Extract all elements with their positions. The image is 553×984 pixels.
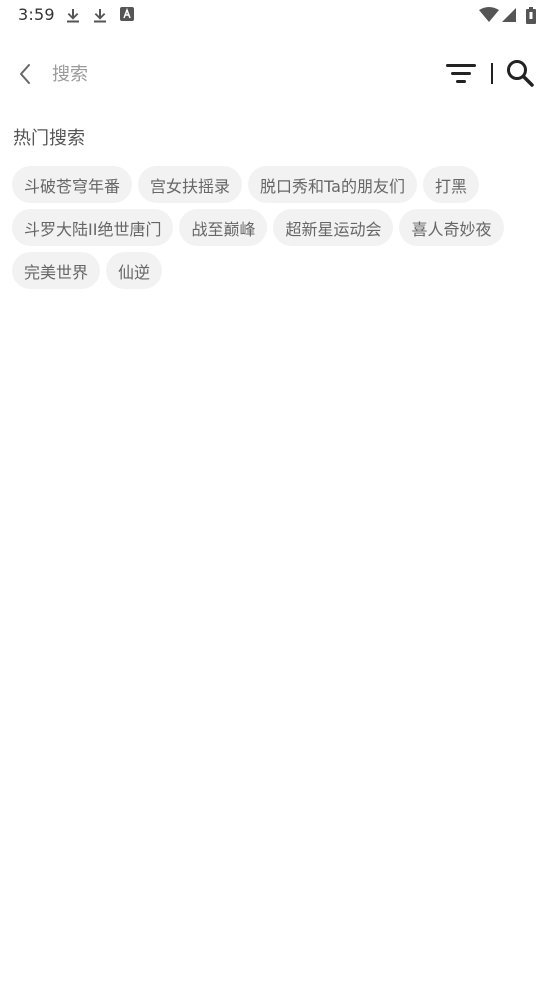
hot-search-tag[interactable]: 打黑 xyxy=(422,166,479,203)
hot-search-tag[interactable]: 喜人奇妙夜 xyxy=(399,209,504,246)
wifi-icon xyxy=(479,7,499,23)
status-time: 3:59 xyxy=(18,5,55,24)
search-input[interactable] xyxy=(52,60,422,88)
search-icon xyxy=(507,60,534,87)
divider xyxy=(491,63,493,84)
download-icon xyxy=(65,7,81,23)
search-bar xyxy=(0,50,553,98)
download-icon xyxy=(92,7,108,23)
hot-search-tag[interactable]: 完美世界 xyxy=(12,252,101,289)
hot-search-tag[interactable]: 仙逆 xyxy=(106,252,163,289)
filter-button[interactable] xyxy=(444,60,478,88)
battery-icon xyxy=(526,7,536,24)
hot-search-tag[interactable]: 超新星运动会 xyxy=(273,209,394,246)
back-button[interactable] xyxy=(10,58,42,90)
hot-search-tag[interactable]: 宫女扶摇录 xyxy=(138,166,243,203)
hot-search-tag[interactable]: 脱口秀和Ta的朋友们 xyxy=(248,166,417,203)
hot-search-tags: 斗破苍穹年番 宫女扶摇录 脱口秀和Ta的朋友们 打黑 斗罗大陆II绝世唐门 战至… xyxy=(12,166,542,289)
status-bar: 3:59 xyxy=(0,0,553,32)
hot-search-tag[interactable]: 斗破苍穹年番 xyxy=(12,166,133,203)
hot-search-tag[interactable]: 斗罗大陆II绝世唐门 xyxy=(12,209,174,246)
hot-search-title: 热门搜索 xyxy=(13,128,85,149)
filter-icon xyxy=(446,64,476,83)
chevron-left-icon xyxy=(20,64,30,84)
app-notification-icon xyxy=(120,7,136,23)
search-button[interactable] xyxy=(503,56,537,90)
cell-signal-icon xyxy=(502,7,518,23)
hot-search-tag[interactable]: 战至巅峰 xyxy=(179,209,268,246)
